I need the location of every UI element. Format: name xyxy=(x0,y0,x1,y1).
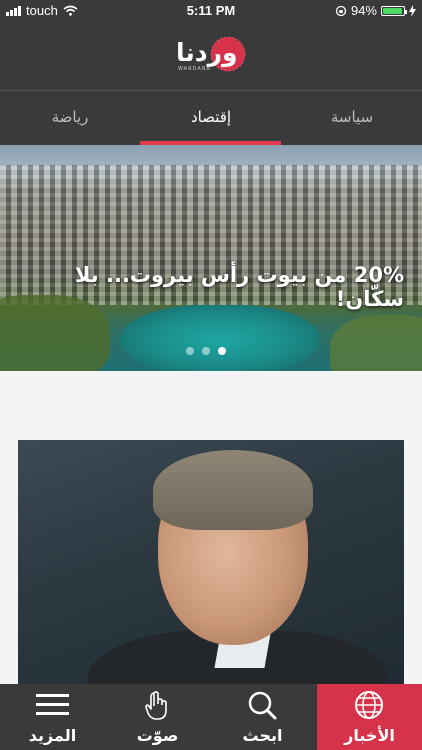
hand-pointer-icon xyxy=(145,691,167,720)
logo-subtext: WARDANA xyxy=(178,66,211,72)
menu-icon xyxy=(36,694,69,715)
nav-news[interactable]: الأخبار xyxy=(317,684,422,750)
nav-search[interactable]: ابحث xyxy=(210,684,315,750)
search-icon xyxy=(248,691,277,720)
charging-icon xyxy=(409,4,416,17)
carousel-dot[interactable] xyxy=(186,347,194,355)
tab-sports[interactable]: رياضة xyxy=(0,91,140,145)
hero-image-greenery-right xyxy=(330,315,422,371)
hero-headline[interactable]: 20% من بيوت رأس بيروت... بلا سكّان! xyxy=(0,263,404,311)
status-bar: touch 5:11 PM 94% xyxy=(0,0,422,22)
hero-image-sea xyxy=(120,305,320,371)
nav-vote-label: صوّت xyxy=(136,726,179,745)
article-card-image[interactable] xyxy=(18,440,404,690)
carousel-dot-active[interactable] xyxy=(218,347,226,355)
carousel-dots xyxy=(186,347,226,355)
status-right: 94% xyxy=(335,3,416,18)
app-logo[interactable]: وردنا WARDANA xyxy=(176,34,248,78)
rotation-lock-icon xyxy=(335,5,347,16)
nav-news-label: الأخبار xyxy=(344,726,395,745)
nav-more[interactable]: المزيد xyxy=(0,684,105,750)
tab-economy[interactable]: إقتصاد xyxy=(141,91,281,145)
battery-percent: 94% xyxy=(350,3,377,18)
bottom-navigation: المزيد صوّت ابحث الأخبار xyxy=(0,684,422,750)
nav-search-label: ابحث xyxy=(242,726,283,745)
tab-politics[interactable]: سياسة xyxy=(282,91,422,145)
globe-icon xyxy=(355,691,383,719)
app-header: وردنا WARDANA xyxy=(0,22,422,91)
battery-icon xyxy=(381,5,407,16)
nav-vote[interactable]: صوّت xyxy=(105,684,210,750)
hero-carousel[interactable]: 20% من بيوت رأس بيروت... بلا سكّان! xyxy=(0,145,422,371)
category-tabs: سياسة إقتصاد رياضة xyxy=(0,91,422,145)
photo-hair xyxy=(153,450,313,530)
carousel-dot[interactable] xyxy=(202,347,210,355)
logo-text: وردنا xyxy=(176,38,238,67)
nav-more-label: المزيد xyxy=(28,726,77,745)
